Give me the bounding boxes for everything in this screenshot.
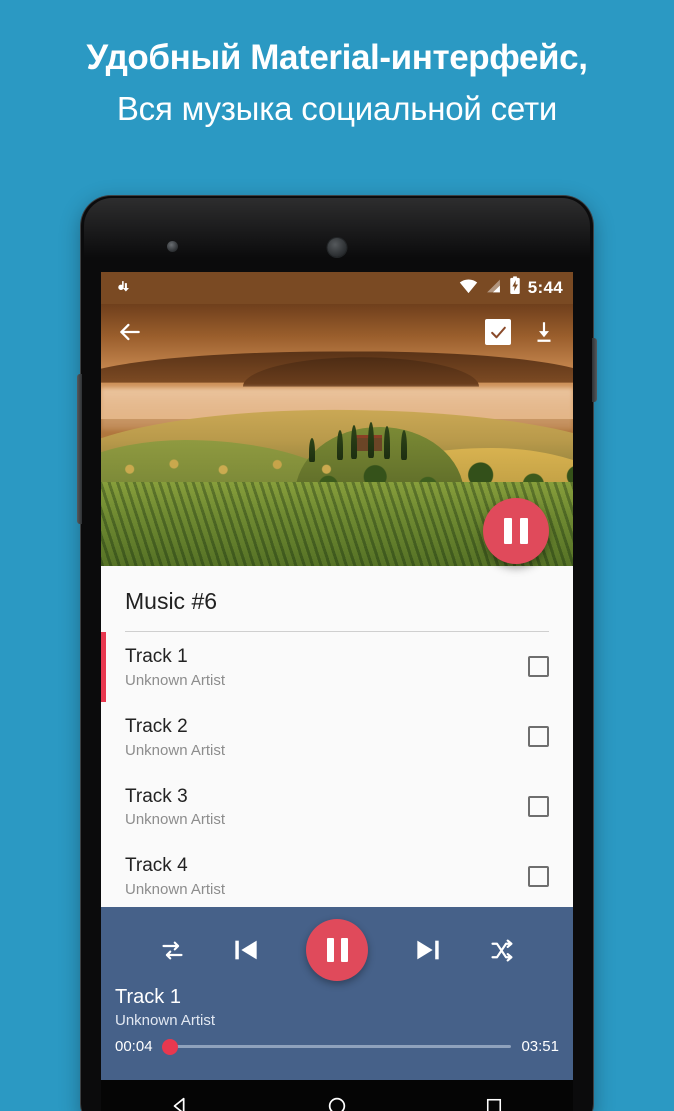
table-row[interactable]: Track 1 Unknown Artist — [101, 632, 573, 702]
phone-device-frame: 5:44 Music #6 Track 1 Unknown Artist Tra… — [77, 196, 597, 1111]
app-toolbar — [101, 304, 573, 360]
now-playing-indicator — [101, 632, 106, 702]
track-title: Track 2 — [125, 715, 188, 737]
android-navigation-bar — [101, 1080, 573, 1111]
track-checkbox[interactable] — [528, 795, 549, 817]
checkbox-checked-icon — [490, 326, 506, 338]
now-playing-player-bar: Track 1 Unknown Artist 00:04 03:51 — [101, 907, 573, 1086]
nav-home-circle-icon[interactable] — [314, 1083, 360, 1111]
track-checkbox[interactable] — [528, 865, 549, 887]
hero-play-pause-button[interactable] — [483, 498, 549, 564]
status-bar-clock: 5:44 — [527, 278, 563, 297]
elapsed-time: 00:04 — [115, 1038, 153, 1055]
track-artist: Unknown Artist — [125, 881, 226, 898]
nav-back-triangle-icon[interactable] — [157, 1083, 203, 1111]
track-artist: Unknown Artist — [125, 671, 226, 689]
pause-icon — [504, 518, 512, 544]
pause-icon — [326, 938, 334, 962]
download-icon[interactable] — [527, 315, 561, 349]
select-all-checkbox[interactable] — [485, 319, 511, 345]
table-row[interactable]: Track 2 Unknown Artist — [101, 702, 573, 772]
battery-charging-icon — [509, 276, 521, 300]
track-checkbox[interactable] — [528, 726, 549, 748]
player-track-artist: Unknown Artist — [115, 1012, 216, 1029]
player-track-title: Track 1 — [115, 986, 181, 1008]
front-camera — [167, 241, 178, 252]
promo-subheadline: Вся музыка социальной сети — [116, 90, 558, 128]
promo-headline: Удобный Material-интерфейс, — [86, 38, 588, 77]
playlist-title: Music #6 — [125, 588, 218, 614]
table-row[interactable]: Track 4 Unknown Artist — [101, 841, 573, 911]
track-title: Track 4 — [125, 855, 188, 877]
power-button[interactable] — [592, 338, 597, 402]
skip-next-icon[interactable] — [412, 934, 444, 966]
track-artist: Unknown Artist — [125, 811, 226, 829]
back-arrow-icon[interactable] — [113, 315, 147, 349]
earpiece-speaker — [327, 238, 347, 257]
skip-previous-icon[interactable] — [230, 934, 262, 966]
duration-time: 03:51 — [521, 1038, 559, 1055]
nav-recents-square-icon[interactable] — [471, 1083, 517, 1111]
play-pause-button[interactable] — [306, 919, 368, 981]
seek-bar-row: 00:04 03:51 — [115, 1038, 559, 1055]
cellular-signal-icon — [485, 278, 502, 299]
shuffle-icon[interactable] — [488, 937, 515, 964]
wifi-icon — [459, 278, 478, 299]
music-download-icon — [111, 276, 130, 300]
phone-screen: 5:44 Music #6 Track 1 Unknown Artist Tra… — [101, 272, 573, 1086]
seek-thumb[interactable] — [161, 1038, 178, 1055]
track-title: Track 1 — [125, 646, 188, 667]
volume-rocker-button[interactable] — [77, 374, 82, 524]
status-bar: 5:44 — [101, 272, 573, 304]
track-title: Track 3 — [125, 785, 188, 807]
repeat-icon[interactable] — [159, 937, 186, 964]
promo-header: Удобный Material-интерфейс, Вся музыка с… — [0, 0, 674, 185]
seek-slider[interactable] — [161, 1038, 512, 1055]
track-artist: Unknown Artist — [125, 741, 226, 759]
player-track-meta: Track 1 Unknown Artist 00:04 03:51 — [101, 985, 573, 1055]
track-checkbox[interactable] — [528, 656, 549, 678]
table-row[interactable]: Track 3 Unknown Artist — [101, 772, 573, 842]
player-controls — [101, 907, 573, 985]
track-list-section: Music #6 Track 1 Unknown Artist Track 2 … — [101, 566, 573, 911]
